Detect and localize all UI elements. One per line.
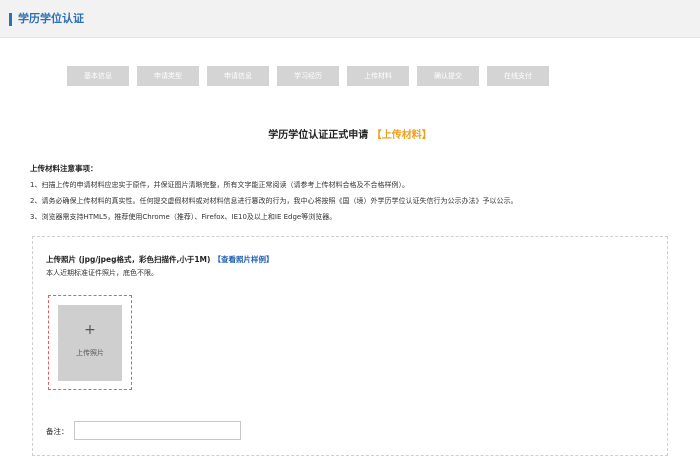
header-accent-bar <box>9 13 12 26</box>
step-study-history[interactable]: 学习经历 <box>277 66 339 86</box>
step-application-info[interactable]: 申请信息 <box>207 66 269 86</box>
page-header: 学历学位认证 <box>0 0 700 38</box>
plus-icon: + <box>84 322 96 338</box>
view-photo-sample-link[interactable]: 【查看照片样例】 <box>213 255 273 264</box>
upload-photo-button[interactable]: + 上传照片 <box>58 305 122 381</box>
photo-label: 上传照片 (jpg/jpeg格式，彩色扫描件,小于1M) 【查看照片样例】 <box>46 254 273 265</box>
step-upload-materials[interactable]: 上传材料 <box>347 66 409 86</box>
remark-label: 备注： <box>46 427 69 436</box>
photo-description: 本人近期标准证件照片，底色不限。 <box>46 269 158 277</box>
photo-label-text: 上传照片 (jpg/jpeg格式，彩色扫描件,小于1M) <box>46 255 211 264</box>
note-item: 2、请务必确保上传材料的真实性。任何提交虚假材料或对材料信息进行篡改的行为，我中… <box>30 197 518 205</box>
page-title-main: 学历学位认证正式申请 <box>268 130 369 141</box>
step-application-type[interactable]: 申请类型 <box>137 66 199 86</box>
step-basic-info[interactable]: 基本信息 <box>67 66 129 86</box>
note-item: 1、扫描上传的申请材料应忠实于原件，并保证图片清晰完整，所有文字能正常阅读（请参… <box>30 181 409 189</box>
step-confirm-submit[interactable]: 确认提交 <box>417 66 479 86</box>
page-title: 学历学位认证正式申请 【上传材料】 <box>0 126 700 141</box>
notes-title: 上传材料注意事项： <box>30 164 98 173</box>
remark-input[interactable] <box>74 421 241 440</box>
page-title-highlight: 【上传材料】 <box>371 130 432 141</box>
header-title: 学历学位认证 <box>18 12 84 25</box>
note-item: 3、浏览器需支持HTML5，推荐使用Chrome（推荐）、Firefox、IE1… <box>30 213 337 221</box>
step-online-payment[interactable]: 在线支付 <box>487 66 549 86</box>
upload-photo-label: 上传照片 <box>76 349 104 357</box>
